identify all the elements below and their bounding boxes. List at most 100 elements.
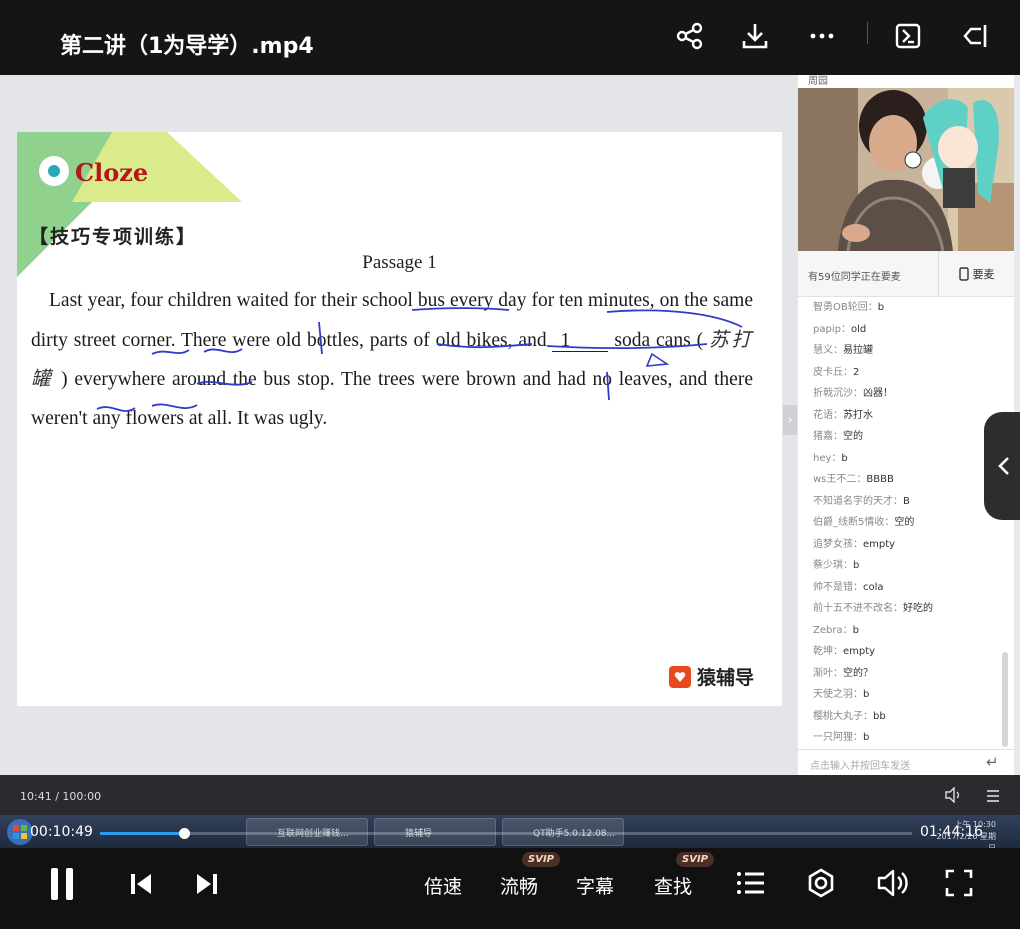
- chat-message: 樱桃大丸子：bb: [798, 706, 1014, 728]
- settings-button[interactable]: [806, 868, 836, 898]
- chat-message: 蔡少琪：b: [798, 555, 1014, 577]
- chat-text: 好吃的: [903, 603, 933, 614]
- chat-list[interactable]: 智勇OB轮回：b papip：old 慧义：易拉罐 皮卡丘：2 折戟沉沙：凶器！ 花语：苏…: [798, 297, 1014, 747]
- request-mic-label: 要麦: [972, 268, 995, 281]
- chat-message: 天使之羽：b: [798, 684, 1014, 706]
- chat-text: empty: [843, 646, 876, 657]
- chat-username: 伯爵_线断5情收：: [813, 517, 895, 528]
- answer-blank: 1: [552, 330, 609, 352]
- chat-text: empty: [863, 538, 896, 550]
- chat-input-bar[interactable]: 点击输入并按回车发送 ↵: [798, 749, 1014, 775]
- chat-message: ws王不二：BBBB: [798, 469, 1014, 491]
- chat-text: b: [852, 624, 859, 636]
- chat-username: 智勇OB轮回：: [813, 302, 878, 313]
- chat-message: 渐叶：空的？: [798, 663, 1014, 685]
- slide-page-counter: 10:41 / 100:00: [20, 790, 102, 803]
- chat-text: b: [841, 452, 848, 464]
- phone-icon: [958, 267, 969, 281]
- playlist-button[interactable]: [736, 870, 766, 896]
- brand-watermark: 猿辅导: [669, 663, 754, 690]
- passage-text: Last year, four children waited for thei…: [31, 282, 753, 438]
- side-panel-toggle[interactable]: [984, 412, 1020, 520]
- chat-text: B: [903, 495, 910, 507]
- subtitle-button[interactable]: 字幕: [576, 872, 614, 899]
- fullscreen-icon: [945, 869, 973, 897]
- chat-username: 慧义：: [813, 345, 843, 356]
- chat-message: hey：b: [798, 448, 1014, 470]
- mic-request-count: 有59位同学正在要麦: [808, 272, 901, 283]
- brand-logo-icon: [669, 665, 691, 688]
- chat-text: 2: [853, 366, 860, 378]
- chat-text: 易拉罐: [843, 345, 873, 356]
- cloze-bullet-icon: [39, 156, 69, 186]
- chat-username: 帅不是错：: [813, 581, 863, 593]
- float-window-icon[interactable]: [958, 18, 994, 54]
- chat-username: 折戟沉沙：: [813, 388, 863, 399]
- speed-button[interactable]: 倍速: [424, 872, 462, 899]
- speaker-icon: [877, 869, 908, 897]
- chat-username: 追梦女孩：: [813, 538, 863, 550]
- share-icon[interactable]: [672, 18, 708, 54]
- lecture-slide: Cloze 【技巧专项训练】 Passage 1 Last year, four…: [17, 132, 782, 706]
- chat-input-placeholder[interactable]: 点击输入并按回车发送: [810, 757, 910, 772]
- chat-username: 花语：: [813, 409, 843, 421]
- chat-username: ws王不二：: [813, 474, 867, 485]
- chat-message: 追梦女孩：empty: [798, 534, 1014, 556]
- chevron-left-icon: [998, 457, 1009, 475]
- chat-message: 花语：苏打水: [798, 405, 1014, 427]
- chat-text: b: [853, 560, 860, 571]
- slide-next-arrow[interactable]: ›: [783, 405, 797, 435]
- chat-username: hey：: [813, 452, 842, 464]
- total-time: 01:44:16: [920, 824, 983, 840]
- brand-name: 猿辅导: [697, 667, 755, 689]
- skip-next-icon: [197, 874, 217, 894]
- teacher-camera: [798, 88, 1014, 251]
- svip-badge-quality: SVIP: [522, 852, 560, 867]
- next-button[interactable]: [194, 872, 220, 896]
- chat-message: 皮卡丘：2: [798, 362, 1014, 384]
- chat-username: 猪嘉：: [813, 431, 843, 442]
- chat-message: 一只阿狸：b: [798, 727, 1014, 747]
- request-mic-button[interactable]: 要麦: [938, 251, 1014, 297]
- chat-message: 乾坤：empty: [798, 641, 1014, 663]
- chat-username: 蔡少琪：: [813, 560, 853, 571]
- playback-progress-fill: [100, 832, 185, 835]
- chat-text: b: [863, 689, 870, 700]
- chat-text: b: [863, 732, 870, 743]
- chat-message: 伯爵_线断5情收：空的: [798, 512, 1014, 534]
- chat-text: 苏打水: [843, 409, 873, 421]
- chat-scrollbar[interactable]: [1002, 652, 1008, 747]
- chat-username: 前十五不进不改名：: [813, 603, 903, 614]
- screenshot-icon[interactable]: [890, 18, 926, 54]
- menu-list-icon[interactable]: [985, 788, 1001, 807]
- chinese-heading: 【技巧专项训练】: [29, 226, 198, 248]
- player-controls: 倍速 流畅 SVIP 字幕 查找 SVIP: [0, 848, 1020, 929]
- chat-text: old: [850, 323, 867, 335]
- volume-button[interactable]: [876, 868, 910, 898]
- video-title: 第二讲（1为导学）.mp4: [60, 34, 314, 59]
- section-title: Cloze: [75, 158, 149, 187]
- playback-progress-track[interactable]: [100, 828, 912, 839]
- video-frame[interactable]: Cloze 【技巧专项训练】 Passage 1 Last year, four…: [0, 75, 1020, 815]
- pause-button[interactable]: [48, 866, 76, 902]
- mic-request-bar: 有59位同学正在要麦 要麦: [798, 251, 1014, 297]
- chat-username: Zebra：: [813, 624, 853, 636]
- current-time: 00:10:49: [30, 824, 93, 840]
- volume-icon[interactable]: [944, 786, 962, 807]
- download-icon[interactable]: [737, 18, 773, 54]
- chat-username: 渐叶：: [813, 667, 843, 679]
- search-button[interactable]: 查找: [654, 872, 692, 899]
- pause-icon: [51, 868, 73, 900]
- chat-message: 智勇OB轮回：b: [798, 297, 1014, 319]
- skip-previous-icon: [131, 874, 151, 894]
- more-icon[interactable]: [804, 18, 840, 54]
- chat-text: 凶器！: [863, 388, 893, 399]
- previous-button[interactable]: [128, 872, 154, 896]
- send-enter-icon[interactable]: ↵: [986, 753, 999, 771]
- chat-username: 樱桃大丸子：: [813, 710, 873, 722]
- fullscreen-button[interactable]: [944, 868, 974, 898]
- quality-button[interactable]: 流畅: [500, 872, 538, 899]
- passage-paragraph-2b: ) everywhere around the bus stop. The tr…: [31, 369, 753, 429]
- toolbar-divider: [867, 22, 868, 44]
- chat-text: cola: [863, 581, 884, 593]
